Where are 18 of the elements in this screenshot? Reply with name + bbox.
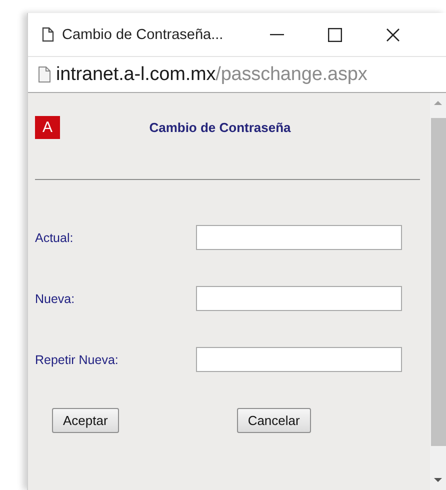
logo: A [35,116,60,138]
page-heading: Cambio de Contraseña [148,120,292,134]
password-field[interactable] [196,286,402,311]
field-label: Actual: [35,230,74,244]
window-title: Cambio de Contraseña... [62,26,224,42]
address-url[interactable]: intranet.a-l.com.mx/passchange.aspx [56,64,368,86]
page-icon [38,66,51,83]
password-field[interactable] [196,225,402,250]
password-field[interactable] [196,347,402,372]
field-label: Nueva: [35,292,76,306]
scrollbar[interactable] [430,93,446,490]
minimize-icon[interactable] [270,34,284,36]
cancel-button[interactable]: Cancelar [236,408,311,433]
close-icon[interactable] [386,28,400,42]
field-label: Repetir Nueva: [35,352,120,366]
page-icon [42,27,54,42]
maximize-icon[interactable] [328,28,342,42]
accept-button[interactable]: Aceptar [52,408,119,433]
